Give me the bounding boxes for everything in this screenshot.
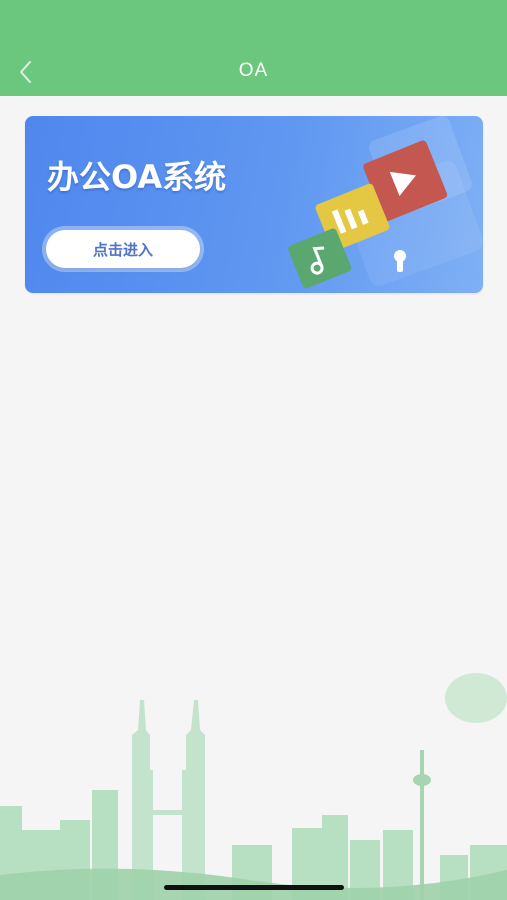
city-skyline-illustration bbox=[0, 673, 507, 900]
banner-title: 办公OA系统 bbox=[47, 158, 227, 196]
oa-system-banner[interactable]: 办公OA系统 点击进入 bbox=[25, 116, 483, 293]
office-illustration bbox=[288, 116, 483, 289]
enter-button[interactable]: 点击进入 bbox=[46, 230, 200, 268]
home-indicator bbox=[164, 885, 344, 890]
top-bar: OA bbox=[0, 0, 507, 96]
page-title: OA bbox=[238, 60, 269, 81]
